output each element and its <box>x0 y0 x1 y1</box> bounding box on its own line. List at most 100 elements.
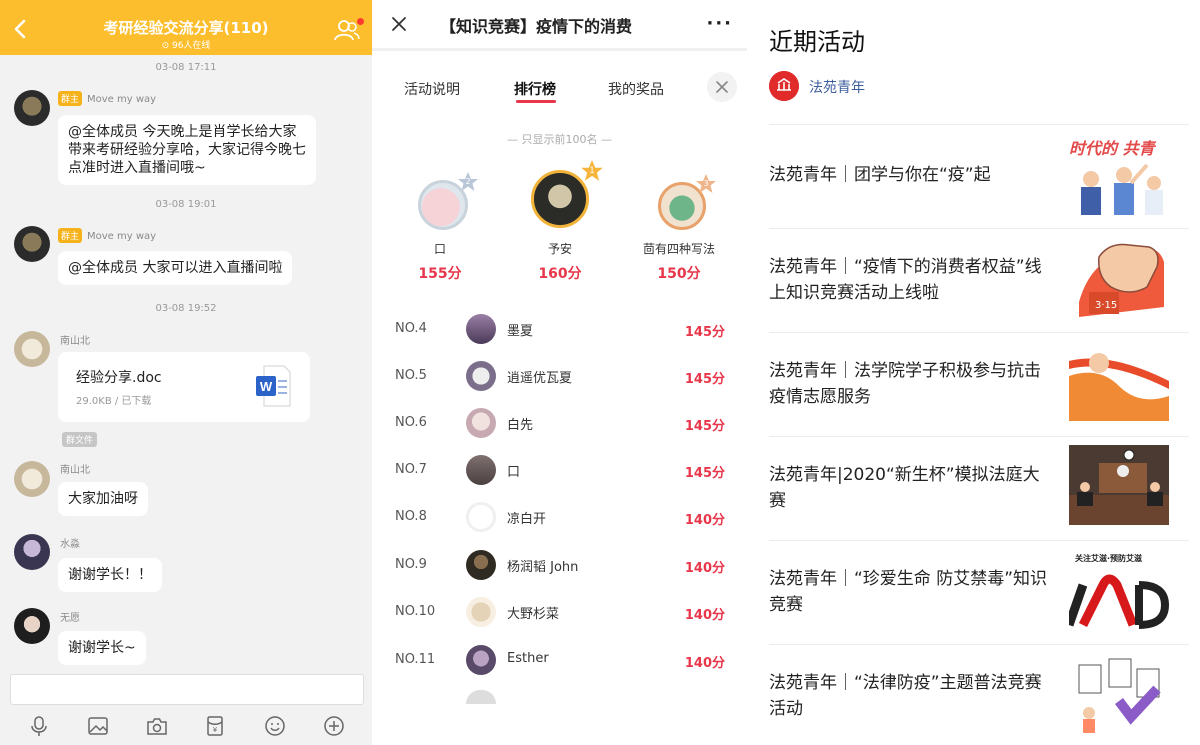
owner-badge: 群主 <box>58 228 83 243</box>
rank-2-name: 口 <box>433 242 446 256</box>
rank-3-score: 150分 <box>657 266 701 282</box>
message-bubble[interactable]: 谢谢学长~ <box>58 631 146 665</box>
online-icon: ⊙ <box>161 41 170 51</box>
avatar <box>466 502 496 532</box>
image-icon[interactable] <box>87 715 109 737</box>
svg-text:3·15: 3·15 <box>1095 300 1117 311</box>
message-bubble[interactable]: 大家加油呀 <box>58 482 148 516</box>
top100-notice: — 只显示前100名 — <box>507 133 612 146</box>
word-doc-icon: W <box>256 365 291 407</box>
tab-my-prizes[interactable]: 我的奖品 <box>608 79 664 99</box>
news-title: 法苑青年｜“法律防疫”主题普法竞赛活动 <box>769 673 1042 719</box>
player-score: 145分 <box>684 372 725 387</box>
quiz-header: 【知识竞赛】疫情下的消费 ··· <box>372 0 747 48</box>
tab-activity-info[interactable]: 活动说明 <box>404 79 460 99</box>
svg-text:1: 1 <box>589 166 595 176</box>
svg-text:3: 3 <box>703 179 708 188</box>
rank-number: NO.4 <box>395 321 427 336</box>
sender-name: 水淼 <box>60 539 80 550</box>
leaderboard-row[interactable]: NO.11 Esther 140分 <box>372 640 747 680</box>
silver-crown-icon: 2 <box>458 172 478 191</box>
sender-name: 群主 Move my way <box>58 91 156 106</box>
online-count: ⊙ 96人在线 <box>0 38 372 51</box>
leaderboard-row[interactable]: NO.8 凉白开 140分 <box>372 497 747 537</box>
active-tab-indicator <box>516 100 556 103</box>
brand-logo-icon <box>769 71 799 101</box>
file-name: 经验分享.doc <box>76 370 162 386</box>
news-panel: 近期活动 法苑青年 法苑青年｜团学与你在“疫”起 时代的 共青 法苑青年｜“疫情… <box>747 0 1200 745</box>
file-message[interactable]: 经验分享.doc 29.0KB / 已下载 W <box>58 352 310 422</box>
rank-2-entry: 口 155分 <box>385 240 495 283</box>
sender-name-label: Move my way <box>87 231 157 242</box>
sender-name: 南山北 <box>60 465 90 476</box>
avatar <box>466 690 496 704</box>
news-thumbnail: 关注艾滋·预防艾滋 <box>1069 549 1169 629</box>
owner-badge: 群主 <box>58 91 83 106</box>
close-icon[interactable] <box>390 15 408 33</box>
timestamp: 03-08 19:01 <box>155 199 217 210</box>
avatar[interactable] <box>14 226 50 262</box>
sender-name-label: Move my way <box>87 94 157 105</box>
leaderboard-row[interactable]: NO.5 逍遥优瓦夏 145分 <box>372 356 747 396</box>
news-title: 法苑青年｜“珍爱生命 防艾禁毒”知识竞赛 <box>769 569 1048 615</box>
news-item[interactable]: 法苑青年｜“法律防疫”主题普法竞赛活动 <box>769 644 1189 745</box>
avatar[interactable] <box>14 331 50 367</box>
brand-name: 法苑青年 <box>809 80 865 96</box>
rank-3-entry: 茴有四种写法 150分 <box>624 240 734 283</box>
player-score: 140分 <box>684 561 725 576</box>
leaderboard-row[interactable]: NO.10 大野杉菜 140分 <box>372 592 747 632</box>
red-packet-icon[interactable]: ¥ <box>204 715 226 737</box>
news-item[interactable]: 法苑青年｜团学与你在“疫”起 时代的 共青 <box>769 124 1189 228</box>
avatar[interactable] <box>14 461 50 497</box>
rank-1-name: 予安 <box>547 242 572 256</box>
player-name: 口 <box>507 465 521 480</box>
avatar <box>466 597 496 627</box>
svg-text:W: W <box>260 379 273 394</box>
chat-toolbar: ¥ <box>0 705 372 745</box>
close-tabs-icon[interactable] <box>707 72 737 102</box>
rank-1-score: 160分 <box>538 266 582 282</box>
timestamp: 03-08 19:52 <box>155 303 217 314</box>
tab-leaderboard[interactable]: 排行榜 <box>514 79 556 99</box>
player-score: 140分 <box>684 656 725 671</box>
avatar[interactable] <box>14 90 50 126</box>
leaderboard-row[interactable]: NO.9 杨润韬 John 140分 <box>372 545 747 585</box>
timestamp: 03-08 17:11 <box>155 62 217 73</box>
message-bubble[interactable]: 谢谢学长！！ <box>58 558 162 592</box>
avatar[interactable] <box>14 534 50 570</box>
player-score: 145分 <box>684 325 725 340</box>
news-item[interactable]: 法苑青年｜法学院学子积极参与抗击疫情志愿服务 <box>769 332 1189 436</box>
rank-number: NO.8 <box>395 509 427 524</box>
sender-name: 南山北 <box>60 336 90 347</box>
avatar <box>466 550 496 580</box>
avatar[interactable] <box>14 608 50 644</box>
player-score: 140分 <box>684 608 725 623</box>
message-bubble[interactable]: @全体成员 今天晚上是肖学长给大家带来考研经验分享哈，大家记得今晚七点准时进入直… <box>58 115 316 185</box>
quiz-title: 【知识竞赛】疫情下的消费 <box>440 17 633 36</box>
leaderboard-row[interactable]: NO.7 口 145分 <box>372 450 747 490</box>
more-icon[interactable]: ··· <box>706 15 733 33</box>
rank-number: NO.11 <box>395 652 436 667</box>
chat-panel: 考研经验交流分享(110) ⊙ 96人在线 03-08 17:11 群主 Move… <box>0 0 372 745</box>
player-score: 145分 <box>684 419 725 434</box>
emoji-icon[interactable] <box>264 715 286 737</box>
moot-court-thumbnail-icon <box>1069 445 1169 525</box>
leaderboard-row[interactable]: NO.6 白先 145分 <box>372 403 747 443</box>
page-title: 近期活动 <box>769 28 865 56</box>
thumbnail-caption: 关注艾滋·预防艾滋 <box>1075 554 1143 563</box>
camera-icon[interactable] <box>146 715 168 737</box>
player-name: 杨润韬 John <box>507 560 579 575</box>
message-bubble[interactable]: @全体成员 大家可以进入直播间啦 <box>58 251 293 285</box>
brand-row[interactable]: 法苑青年 <box>769 71 1069 101</box>
player-name: 逍遥优瓦夏 <box>507 371 573 386</box>
rank-2-score: 155分 <box>418 266 462 282</box>
rank-number: NO.9 <box>395 557 427 572</box>
news-item[interactable]: 法苑青年｜“疫情下的消费者权益”线上知识竞赛活动上线啦 3·15 <box>769 228 1189 332</box>
leaderboard-row[interactable]: NO.4 墨夏 145分 <box>372 309 747 349</box>
plus-icon[interactable] <box>323 715 345 737</box>
news-item[interactable]: 法苑青年｜“珍爱生命 防艾禁毒”知识竞赛 关注艾滋·预防艾滋 <box>769 540 1189 644</box>
microphone-icon[interactable] <box>28 715 50 737</box>
law-quiz-thumbnail-icon <box>1069 653 1169 733</box>
message-input[interactable] <box>10 674 364 705</box>
news-item[interactable]: 法苑青年|2020“新生杯”模拟法庭大赛 <box>769 436 1189 540</box>
